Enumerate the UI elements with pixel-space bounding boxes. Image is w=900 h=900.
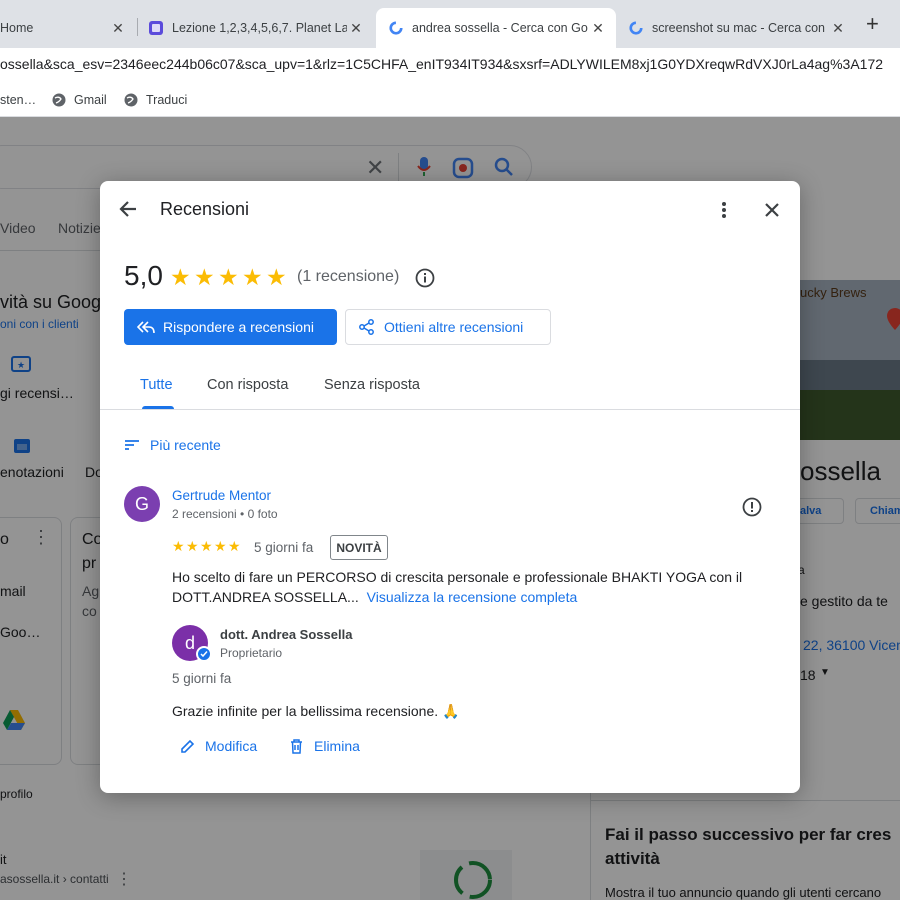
new-tab-button[interactable]: +: [866, 13, 879, 35]
reviews-dialog: Recensioni 5,0 ★ ★ ★ ★ ★ (1 recensione) …: [100, 181, 800, 793]
owner-role: Proprietario: [220, 646, 283, 660]
planet-favicon-icon: [148, 20, 164, 36]
star-icon: ★: [194, 264, 215, 290]
verified-icon: [196, 646, 212, 662]
reply-all-icon: [137, 321, 155, 334]
tab-title: andrea sossella - Cerca con Go: [412, 21, 588, 35]
tab-title: screenshot su mac - Cerca con: [652, 21, 825, 35]
tab-without-reply[interactable]: Senza risposta: [324, 377, 420, 393]
close-icon[interactable]: [760, 198, 784, 222]
get-more-button-label: Ottieni altre recensioni: [384, 319, 524, 335]
reply-time: 5 giorni fa: [172, 671, 232, 686]
star-icon: ★: [200, 538, 213, 554]
read-full-review-link[interactable]: Visualizza la recensione completa: [367, 589, 578, 605]
tab-with-reply[interactable]: Con risposta: [207, 377, 288, 393]
reply-text: Grazie infinite per la bellissima recens…: [172, 703, 460, 719]
bookmark-label: Traduci: [146, 93, 188, 107]
tab-all[interactable]: Tutte: [140, 377, 173, 393]
address-bar[interactable]: ossella&sca_esv=2346eec244b06c07&sca_upv…: [0, 48, 900, 84]
sort-icon: [125, 440, 139, 450]
url-text[interactable]: ossella&sca_esv=2346eec244b06c07&sca_upv…: [0, 56, 883, 72]
star-icon: ★: [228, 538, 241, 554]
trash-icon: [291, 738, 302, 754]
globe-icon: [52, 93, 66, 107]
sort-selector[interactable]: Più recente: [125, 437, 221, 453]
star-icon: ★: [266, 264, 287, 290]
star-icon: ★: [172, 538, 185, 554]
tab-title: Home: [0, 21, 34, 35]
reply-to-reviews-button[interactable]: Rispondere a recensioni: [124, 309, 337, 345]
bookmarks-bar: sten… Gmail Traduci: [0, 84, 900, 117]
review-time: 5 giorni fa: [254, 540, 314, 555]
tab-home[interactable]: Home ✕: [0, 8, 136, 48]
avatar-letter: G: [134, 493, 149, 514]
edit-reply-button[interactable]: Modifica: [180, 738, 257, 754]
report-icon[interactable]: [741, 496, 763, 518]
sort-label: Più recente: [150, 437, 221, 453]
info-icon[interactable]: [414, 267, 436, 289]
google-favicon-icon: [388, 20, 404, 36]
close-icon[interactable]: ✕: [110, 20, 126, 37]
tab-screenshot-mac[interactable]: screenshot su mac - Cerca con ✕: [616, 8, 856, 48]
bookmark-gmail[interactable]: Gmail: [52, 93, 107, 107]
bookmark-label: sten…: [0, 93, 37, 107]
reviewer-avatar[interactable]: G: [124, 486, 160, 522]
star-icon: ★: [242, 264, 263, 290]
star-rating: ★ ★ ★ ★ ★: [170, 264, 290, 291]
delete-label: Elimina: [314, 738, 360, 754]
star-icon: ★: [170, 264, 191, 290]
more-options-icon[interactable]: [712, 198, 736, 222]
badge-label: NOVITÀ: [336, 540, 382, 555]
tab-andrea-sossella[interactable]: andrea sossella - Cerca con Go ✕: [376, 8, 616, 48]
get-more-reviews-button[interactable]: Ottieni altre recensioni: [345, 309, 551, 345]
reviewer-name[interactable]: Gertrude Mentor: [172, 488, 271, 503]
star-icon: ★: [186, 538, 199, 554]
rating-value: 5,0: [124, 260, 163, 291]
share-icon: [359, 319, 374, 335]
globe-icon: [124, 93, 138, 107]
new-badge: NOVITÀ: [330, 535, 388, 560]
bookmark-traduci[interactable]: Traduci: [124, 93, 187, 107]
bookmark-item[interactable]: sten…: [0, 93, 36, 107]
star-icon: ★: [214, 538, 227, 554]
dialog-title: Recensioni: [160, 199, 250, 219]
delete-reply-button[interactable]: Elimina: [290, 738, 360, 754]
tabs-divider: [100, 409, 800, 410]
reply-button-label: Rispondere a recensioni: [163, 319, 314, 335]
edit-label: Modifica: [205, 738, 258, 754]
reviewer-meta: 2 recensioni • 0 foto: [172, 507, 278, 521]
avatar-letter: d: [184, 632, 195, 653]
back-arrow-icon[interactable]: [116, 197, 140, 221]
star-icon: ★: [218, 264, 239, 290]
google-favicon-icon: [628, 20, 644, 36]
close-icon[interactable]: ✕: [590, 20, 606, 37]
close-icon[interactable]: ✕: [348, 20, 364, 37]
review-body: Ho scelto di fare un PERCORSO di crescit…: [172, 567, 772, 607]
owner-name: dott. Andrea Sossella: [220, 627, 353, 642]
tab-strip: Home ✕ Lezione 1,2,3,4,5,6,7. Planet La …: [0, 0, 900, 48]
bookmark-label: Gmail: [74, 93, 107, 107]
tab-title: Lezione 1,2,3,4,5,6,7. Planet La: [172, 21, 347, 35]
pencil-icon: [181, 739, 195, 753]
close-icon[interactable]: ✕: [830, 20, 846, 37]
tab-lezione[interactable]: Lezione 1,2,3,4,5,6,7. Planet La ✕: [138, 8, 374, 48]
review-count: (1 recensione): [297, 268, 400, 285]
review-stars: ★ ★ ★ ★ ★: [172, 538, 242, 555]
